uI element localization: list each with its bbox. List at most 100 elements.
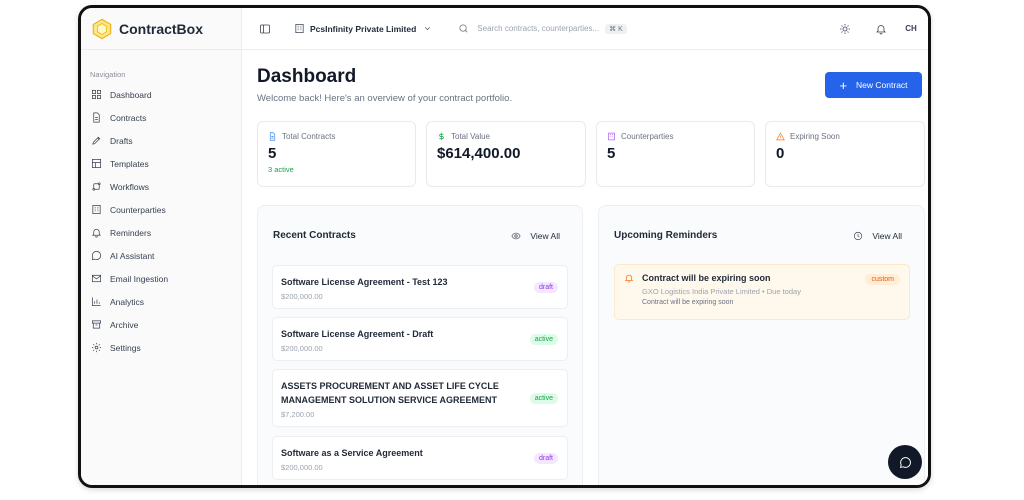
contract-title: ASSETS PROCUREMENT AND ASSET LIFE CYCLE … bbox=[281, 381, 499, 405]
recent-contracts-panel: Recent Contracts View All Software Licen… bbox=[257, 205, 583, 485]
sidebar-item-label: Counterparties bbox=[110, 204, 166, 215]
sidebar-item-label: Drafts bbox=[110, 135, 133, 146]
contract-amount: $200,000.00 bbox=[281, 292, 323, 301]
notifications-button[interactable] bbox=[870, 18, 892, 40]
sidebar-item-dashboard[interactable]: Dashboard bbox=[81, 83, 241, 106]
bell-icon bbox=[91, 228, 102, 238]
reminder-tag: custom bbox=[865, 274, 900, 285]
sidebar-toggle-button[interactable] bbox=[254, 18, 276, 40]
search-icon bbox=[459, 24, 468, 33]
contract-amount: $200,000.00 bbox=[281, 463, 323, 472]
stat-label: Expiring Soon bbox=[790, 132, 840, 141]
search-placeholder: Search contracts, counterparties... bbox=[477, 24, 600, 33]
chat-icon bbox=[899, 456, 911, 468]
sidebar-item-label: Workflows bbox=[110, 181, 150, 192]
status-badge: draft bbox=[533, 453, 558, 464]
workflow-icon bbox=[92, 182, 101, 191]
contract-title: Software License Agreement - Test 123 bbox=[281, 277, 448, 287]
grid-icon bbox=[92, 90, 101, 99]
theme-toggle-button[interactable] bbox=[834, 18, 856, 40]
stat-value: 5 bbox=[268, 145, 277, 162]
mail-icon bbox=[92, 274, 101, 283]
sidebar-item-email-ingestion[interactable]: Email Ingestion bbox=[81, 267, 241, 290]
avatar[interactable]: CH bbox=[900, 18, 922, 40]
contract-card[interactable]: Software License Agreement - Draft $200,… bbox=[272, 317, 568, 361]
sidebar-item-drafts[interactable]: Drafts bbox=[81, 129, 241, 152]
app-name: ContractBox bbox=[119, 20, 204, 37]
stat-card-total-contracts: Total Contracts 5 3 active bbox=[257, 121, 416, 187]
stat-label: Total Value bbox=[451, 132, 490, 141]
panel-title: Upcoming Reminders bbox=[614, 230, 718, 241]
stat-note: 3 active bbox=[268, 165, 294, 174]
app-window: ContractBox Navigation Dashboard Contrac… bbox=[78, 5, 931, 488]
panel-title: Recent Contracts bbox=[273, 230, 356, 241]
layout-icon bbox=[92, 159, 101, 168]
nav-heading: Navigation bbox=[90, 70, 126, 79]
status-badge: active bbox=[529, 393, 558, 404]
org-name: PcsInfinity Private Limited bbox=[310, 23, 417, 34]
sidebar-toggle-icon bbox=[260, 24, 270, 33]
brand[interactable]: ContractBox bbox=[81, 8, 241, 50]
stat-label-row: Total Contracts bbox=[268, 132, 405, 141]
chart-icon bbox=[92, 297, 101, 306]
new-contract-label: New Contract bbox=[856, 80, 908, 90]
status-badge: draft bbox=[533, 282, 558, 293]
clock-icon bbox=[854, 231, 863, 241]
sidebar-item-templates[interactable]: Templates bbox=[81, 152, 241, 175]
sidebar-item-label: Templates bbox=[110, 158, 149, 169]
sidebar-item-label: Analytics bbox=[110, 296, 145, 307]
contract-title: Software License Agreement - Draft bbox=[281, 329, 434, 339]
sidebar-item-label: AI Assistant bbox=[110, 250, 155, 261]
view-all-contracts-button[interactable]: View All bbox=[511, 231, 560, 241]
stat-value: $614,400.00 bbox=[437, 145, 521, 162]
sidebar-item-analytics[interactable]: Analytics bbox=[81, 290, 241, 313]
stat-value: 0 bbox=[776, 145, 785, 162]
bell-icon bbox=[876, 24, 886, 34]
reminder-description: Contract will be expiring soon bbox=[642, 299, 734, 306]
sidebar-item-reminders[interactable]: Reminders bbox=[81, 221, 241, 244]
view-all-reminders-button[interactable]: View All bbox=[853, 231, 902, 241]
stat-card-total-value: Total Value $614,400.00 bbox=[426, 121, 586, 187]
stat-card-counterparties: Counterparties 5 bbox=[596, 121, 755, 187]
stat-card-expiring-soon: Expiring Soon 0 bbox=[765, 121, 925, 187]
sun-icon bbox=[840, 23, 850, 34]
sidebar-item-ai-assistant[interactable]: AI Assistant bbox=[81, 244, 241, 267]
contract-amount: $7,200.00 bbox=[281, 410, 315, 419]
sidebar-item-workflows[interactable]: Workflows bbox=[81, 175, 241, 198]
chat-icon bbox=[91, 251, 102, 261]
eye-icon bbox=[511, 232, 521, 240]
org-switcher[interactable]: PcsInfinity Private Limited bbox=[294, 23, 432, 34]
sidebar-item-settings[interactable]: Settings bbox=[81, 336, 241, 359]
dollar-icon bbox=[439, 132, 444, 141]
page-title: Dashboard bbox=[257, 66, 357, 87]
chevron-down-icon bbox=[425, 27, 431, 31]
sidebar-item-label: Contracts bbox=[110, 112, 147, 123]
reminder-meta: GXO Logistics India Private Limited • Du… bbox=[642, 287, 801, 296]
upcoming-reminders-panel: Upcoming Reminders View All Contract wil… bbox=[598, 205, 925, 485]
main-content: Dashboard Welcome back! Here's an overvi… bbox=[242, 50, 928, 485]
sidebar-item-counterparties[interactable]: Counterparties bbox=[81, 198, 241, 221]
search-input[interactable]: Search contracts, counterparties... ⌘ K bbox=[452, 18, 657, 40]
contract-card[interactable]: ASSETS PROCUREMENT AND ASSET LIFE CYCLE … bbox=[272, 369, 568, 427]
sidebar-item-label: Email Ingestion bbox=[110, 273, 169, 284]
contract-amount: $200,000.00 bbox=[281, 344, 323, 353]
bell-icon bbox=[624, 274, 634, 283]
contract-card[interactable]: Software as a Service Agreement $200,000… bbox=[272, 436, 568, 480]
plus-icon: + bbox=[839, 77, 848, 93]
topbar: PcsInfinity Private Limited Search contr… bbox=[242, 8, 928, 50]
stat-label-row: Expiring Soon bbox=[776, 132, 914, 141]
sidebar-item-contracts[interactable]: Contracts bbox=[81, 106, 241, 129]
chat-assistant-button[interactable] bbox=[888, 445, 922, 479]
stat-label: Counterparties bbox=[621, 132, 674, 141]
sidebar-item-label: Reminders bbox=[110, 227, 152, 238]
building-icon bbox=[295, 24, 304, 33]
contract-card[interactable]: Software License Agreement - Test 123 $2… bbox=[272, 265, 568, 309]
reminder-item[interactable]: Contract will be expiring soon GXO Logis… bbox=[614, 264, 910, 320]
new-contract-button[interactable]: + New Contract bbox=[825, 72, 922, 98]
page-subtitle: Welcome back! Here's an overview of your… bbox=[257, 93, 513, 104]
sidebar-item-archive[interactable]: Archive bbox=[81, 313, 241, 336]
sidebar: ContractBox Navigation Dashboard Contrac… bbox=[81, 8, 242, 485]
gear-icon bbox=[91, 342, 102, 353]
reminder-title: Contract will be expiring soon bbox=[642, 273, 771, 283]
topbar-actions: CH bbox=[834, 18, 928, 40]
